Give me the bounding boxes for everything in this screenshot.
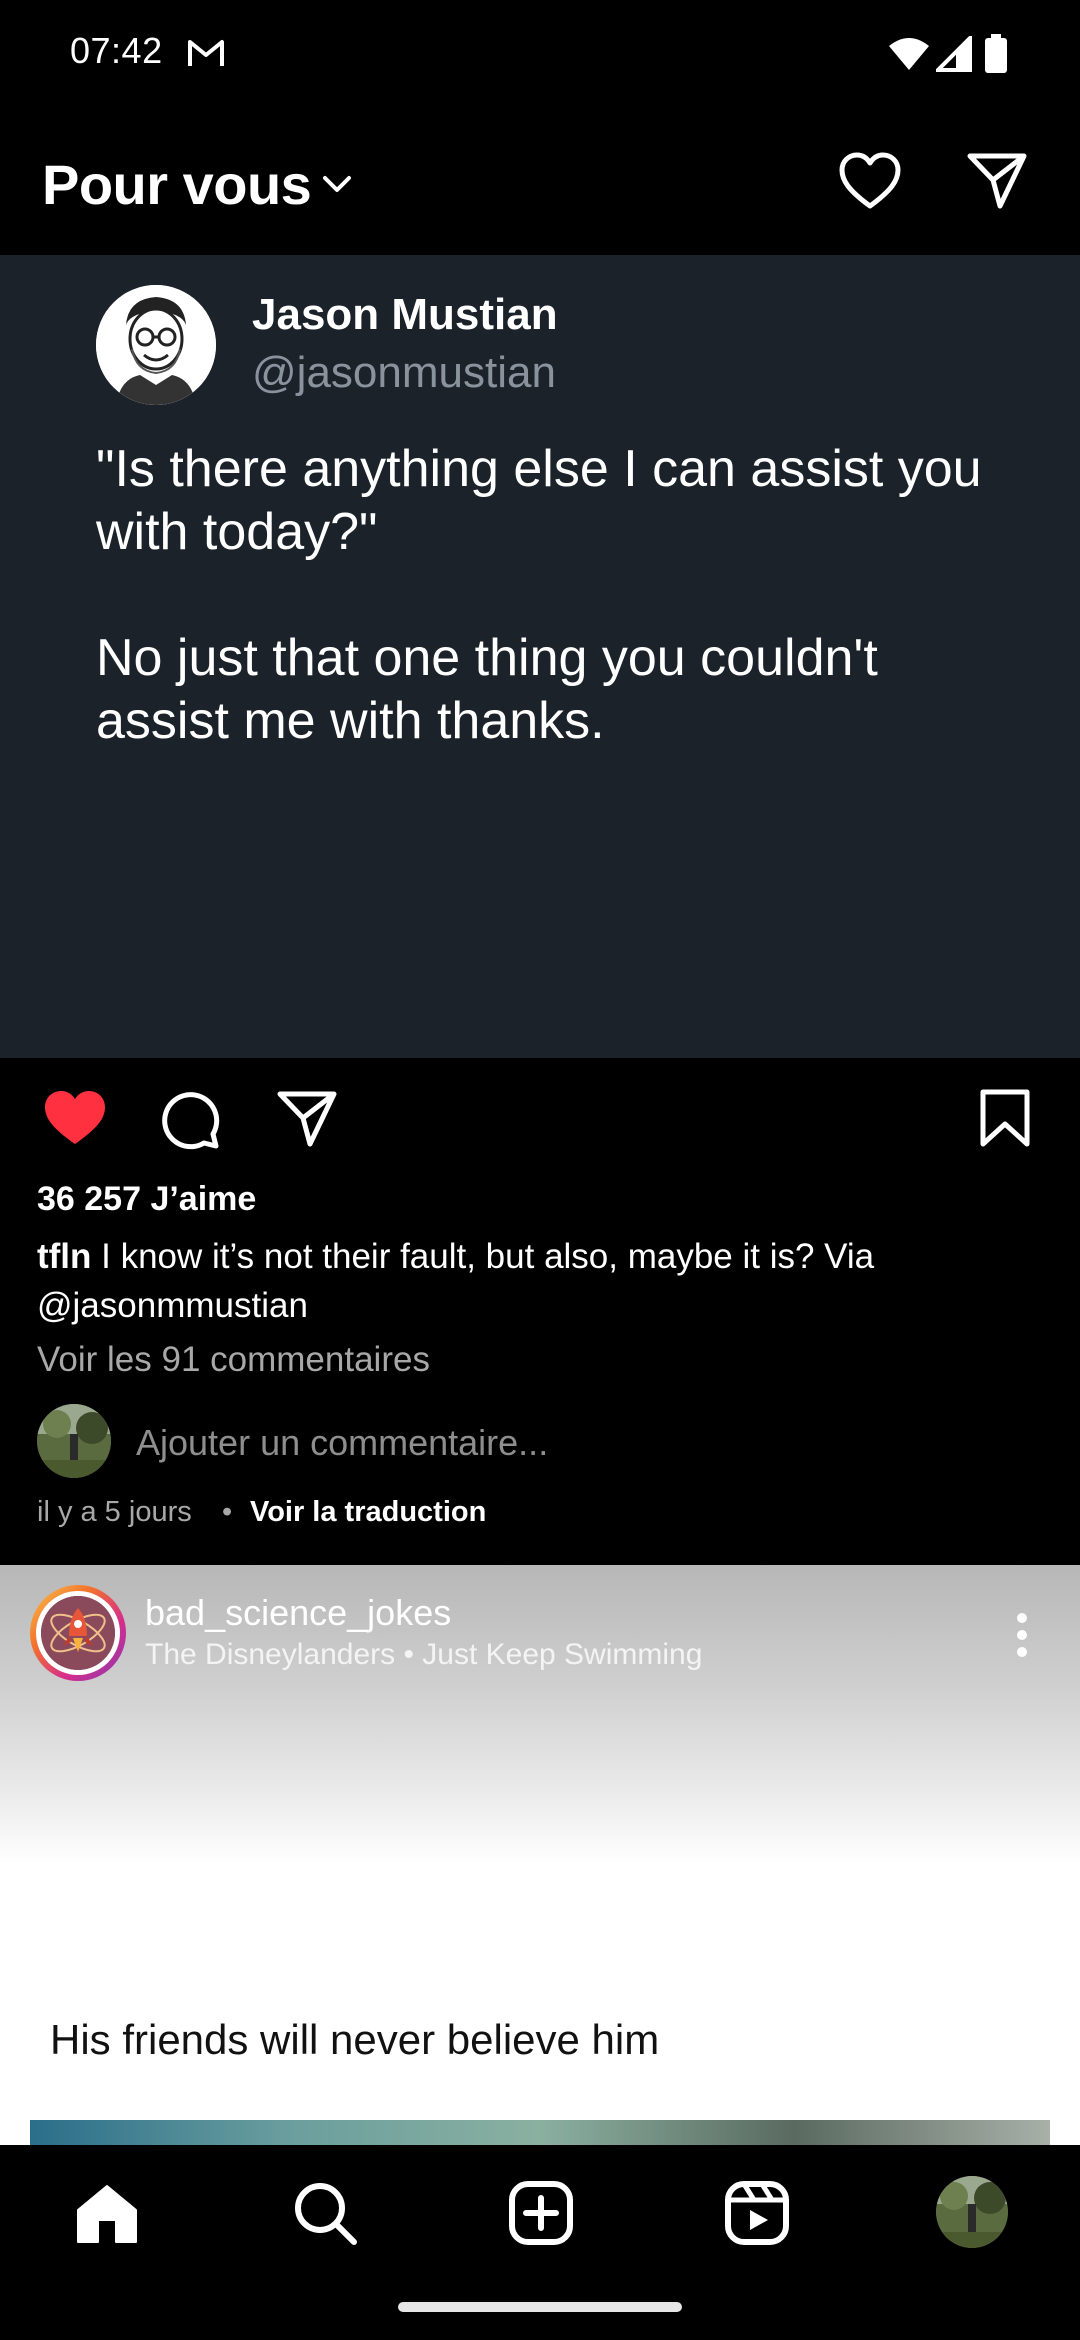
like-button[interactable] <box>42 1088 108 1153</box>
send-icon[interactable] <box>966 150 1028 217</box>
post-2-avatar[interactable] <box>30 1585 126 1681</box>
chevron-down-icon[interactable] <box>322 174 352 199</box>
signal-icon <box>933 33 972 77</box>
tweet-avatar <box>96 285 216 405</box>
home-icon[interactable] <box>74 2180 140 2251</box>
post-2-username[interactable]: bad_science_jokes <box>145 1592 451 1634</box>
battery-icon <box>984 34 1008 79</box>
home-indicator <box>398 2302 682 2312</box>
feed-selector[interactable]: Pour vous <box>42 152 312 217</box>
search-icon[interactable] <box>292 2180 358 2251</box>
see-translation-link[interactable]: Voir la traduction <box>250 1496 486 1529</box>
caption-text: I know it’s not their fault, but also, m… <box>37 1237 875 1325</box>
status-time: 07:42 <box>70 30 163 71</box>
separator-dot: • <box>222 1496 233 1528</box>
caption-username[interactable]: tfln <box>37 1237 91 1276</box>
add-comment-input[interactable]: Ajouter un commentaire... <box>136 1422 548 1464</box>
profile-avatar[interactable] <box>936 2176 1008 2248</box>
comment-button[interactable] <box>158 1088 222 1157</box>
post-2-audio[interactable]: The Disneylanders • Just Keep Swimming <box>145 1638 702 1672</box>
save-button[interactable] <box>978 1088 1032 1153</box>
avatar <box>37 1404 111 1478</box>
heart-icon[interactable] <box>838 150 902 219</box>
more-options-icon[interactable] <box>1010 1610 1034 1665</box>
likes-count[interactable]: 36 257 J’aime <box>37 1180 256 1219</box>
post-caption: tfln I know it’s not their fault, but al… <box>37 1232 1047 1330</box>
reels-icon[interactable] <box>724 2180 790 2251</box>
wifi-icon <box>888 36 930 77</box>
create-icon[interactable] <box>508 2180 574 2251</box>
tweet-author-handle: @jasonmustian <box>252 348 556 397</box>
view-comments-link[interactable]: Voir les 91 commentaires <box>37 1340 430 1380</box>
rocket-icon <box>41 1596 115 1670</box>
gmail-icon <box>186 38 226 73</box>
tweet-author-name: Jason Mustian <box>252 290 558 339</box>
share-button[interactable] <box>276 1088 338 1155</box>
post-timestamp: il y a 5 jours <box>37 1496 192 1528</box>
tweet-text: "Is there anything else I can assist you… <box>96 440 982 750</box>
post-2-image-text: His friends will never believe him <box>50 2016 660 2063</box>
